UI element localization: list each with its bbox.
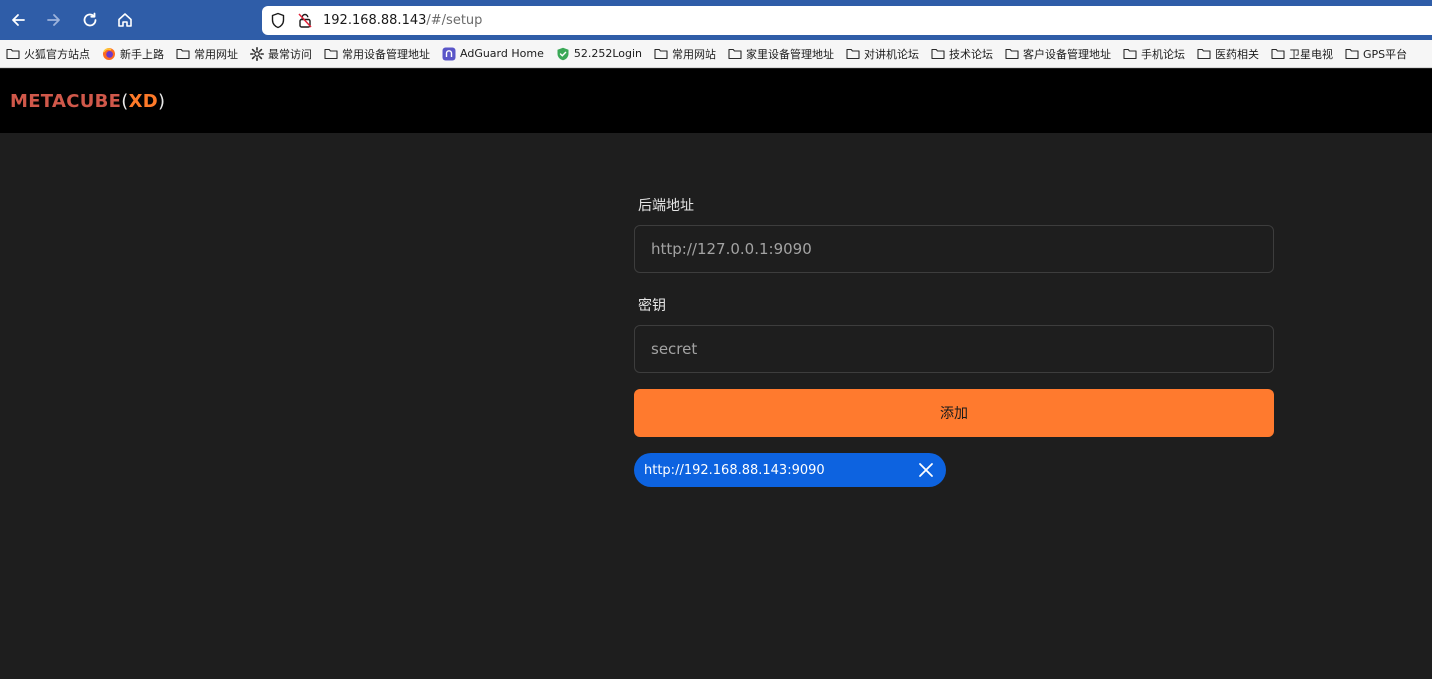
bookmark-label: 技术论坛 <box>949 47 994 61</box>
reload-icon[interactable] <box>79 9 101 31</box>
bookmark-label: 新手上路 <box>120 47 164 61</box>
folder-icon <box>1123 47 1137 60</box>
bookmark-label: 医药相关 <box>1215 47 1260 61</box>
bookmark-label: 家里设备管理地址 <box>746 47 835 61</box>
bookmark-label: 最常访问 <box>268 47 312 61</box>
app-logo[interactable]: METACUBE(XD) <box>10 91 165 113</box>
folder-icon <box>654 47 668 60</box>
bookmark-item[interactable]: 对讲机论坛 <box>846 46 919 62</box>
bookmark-item[interactable]: 常用网址 <box>176 46 238 62</box>
folder-icon <box>728 47 742 60</box>
saved-backend-url: http://192.168.88.143:9090 <box>644 462 825 478</box>
app-header: METACUBE(XD) <box>0 69 1432 133</box>
url-text: 192.168.88.143/#/setup <box>323 12 482 29</box>
bookmark-item[interactable]: 技术论坛 <box>931 46 993 62</box>
tracking-shield-icon[interactable] <box>270 12 286 29</box>
bookmark-label: 火狐官方站点 <box>24 47 90 61</box>
saved-backend-chip[interactable]: http://192.168.88.143:9090 <box>634 453 946 487</box>
bookmark-label: 常用设备管理地址 <box>342 47 430 61</box>
folder-icon <box>846 47 860 60</box>
logo-metacube: METACUBE <box>10 91 122 112</box>
forward-arrow-icon[interactable] <box>43 9 65 31</box>
bookmark-label: AdGuard Home <box>460 47 544 60</box>
back-arrow-icon[interactable] <box>7 9 29 31</box>
folder-icon <box>6 47 20 60</box>
folder-icon <box>176 47 190 60</box>
bookmark-label: 常用网址 <box>194 47 238 61</box>
url-host: 192.168.88.143 <box>323 13 427 28</box>
home-icon[interactable] <box>114 9 136 31</box>
bookmarks-toolbar: 火狐官方站点 新手上路 常用网址 最常访问 常用设备管理地址 AdGuard Home 52… <box>0 40 1432 68</box>
browser-toolbar: 192.168.88.143/#/setup <box>0 0 1432 40</box>
bookmark-item[interactable]: 客户设备管理地址 <box>1005 46 1111 62</box>
bookmark-item[interactable]: 医药相关 <box>1197 46 1259 62</box>
bookmark-item[interactable]: 常用设备管理地址 <box>324 46 430 62</box>
logo-close-paren: ) <box>158 91 166 112</box>
bookmark-item[interactable]: 卫星电视 <box>1271 46 1333 62</box>
secret-label: 密钥 <box>638 298 666 314</box>
bookmark-item[interactable]: AdGuard Home <box>442 47 544 61</box>
logo-open-paren: ( <box>121 91 129 112</box>
bookmark-label: 52.252Login <box>573 47 643 60</box>
folder-icon <box>1271 47 1285 60</box>
folder-icon <box>1197 47 1211 60</box>
backend-address-label: 后端地址 <box>638 198 694 214</box>
shield-check-icon <box>556 47 570 61</box>
bookmark-item[interactable]: 手机论坛 <box>1123 46 1185 62</box>
bookmark-label: 常用网站 <box>672 47 717 61</box>
bookmark-item[interactable]: GPS平台 <box>1345 46 1407 62</box>
folder-icon <box>1345 47 1359 60</box>
bookmark-item[interactable]: 火狐官方站点 <box>6 46 90 62</box>
address-bar[interactable]: 192.168.88.143/#/setup <box>262 6 1432 35</box>
bookmark-label: 手机论坛 <box>1141 47 1186 61</box>
url-path: /#/setup <box>426 13 483 28</box>
bookmark-label: 卫星电视 <box>1289 47 1334 61</box>
gear-icon <box>250 47 264 61</box>
backend-address-input[interactable] <box>634 225 1274 273</box>
bookmark-item[interactable]: 常用网站 <box>654 46 716 62</box>
add-button[interactable]: 添加 <box>634 389 1274 437</box>
firefox-icon <box>102 47 116 60</box>
insecure-lock-icon[interactable] <box>297 12 313 29</box>
bookmark-label: GPS平台 <box>1363 47 1408 61</box>
bookmark-label: 对讲机论坛 <box>864 47 920 61</box>
close-icon[interactable] <box>918 462 934 478</box>
bookmark-item[interactable]: 52.252Login <box>556 47 643 61</box>
bookmark-item[interactable]: 家里设备管理地址 <box>728 46 834 62</box>
logo-xd: XD <box>128 91 159 112</box>
bookmark-label: 客户设备管理地址 <box>1023 47 1112 61</box>
secret-input[interactable] <box>634 325 1274 373</box>
folder-icon <box>931 47 945 60</box>
bookmark-item[interactable]: 最常访问 <box>250 46 312 62</box>
folder-icon <box>1005 47 1019 60</box>
folder-icon <box>324 47 338 60</box>
adguard-icon <box>442 47 456 61</box>
bookmark-item[interactable]: 新手上路 <box>102 46 164 62</box>
